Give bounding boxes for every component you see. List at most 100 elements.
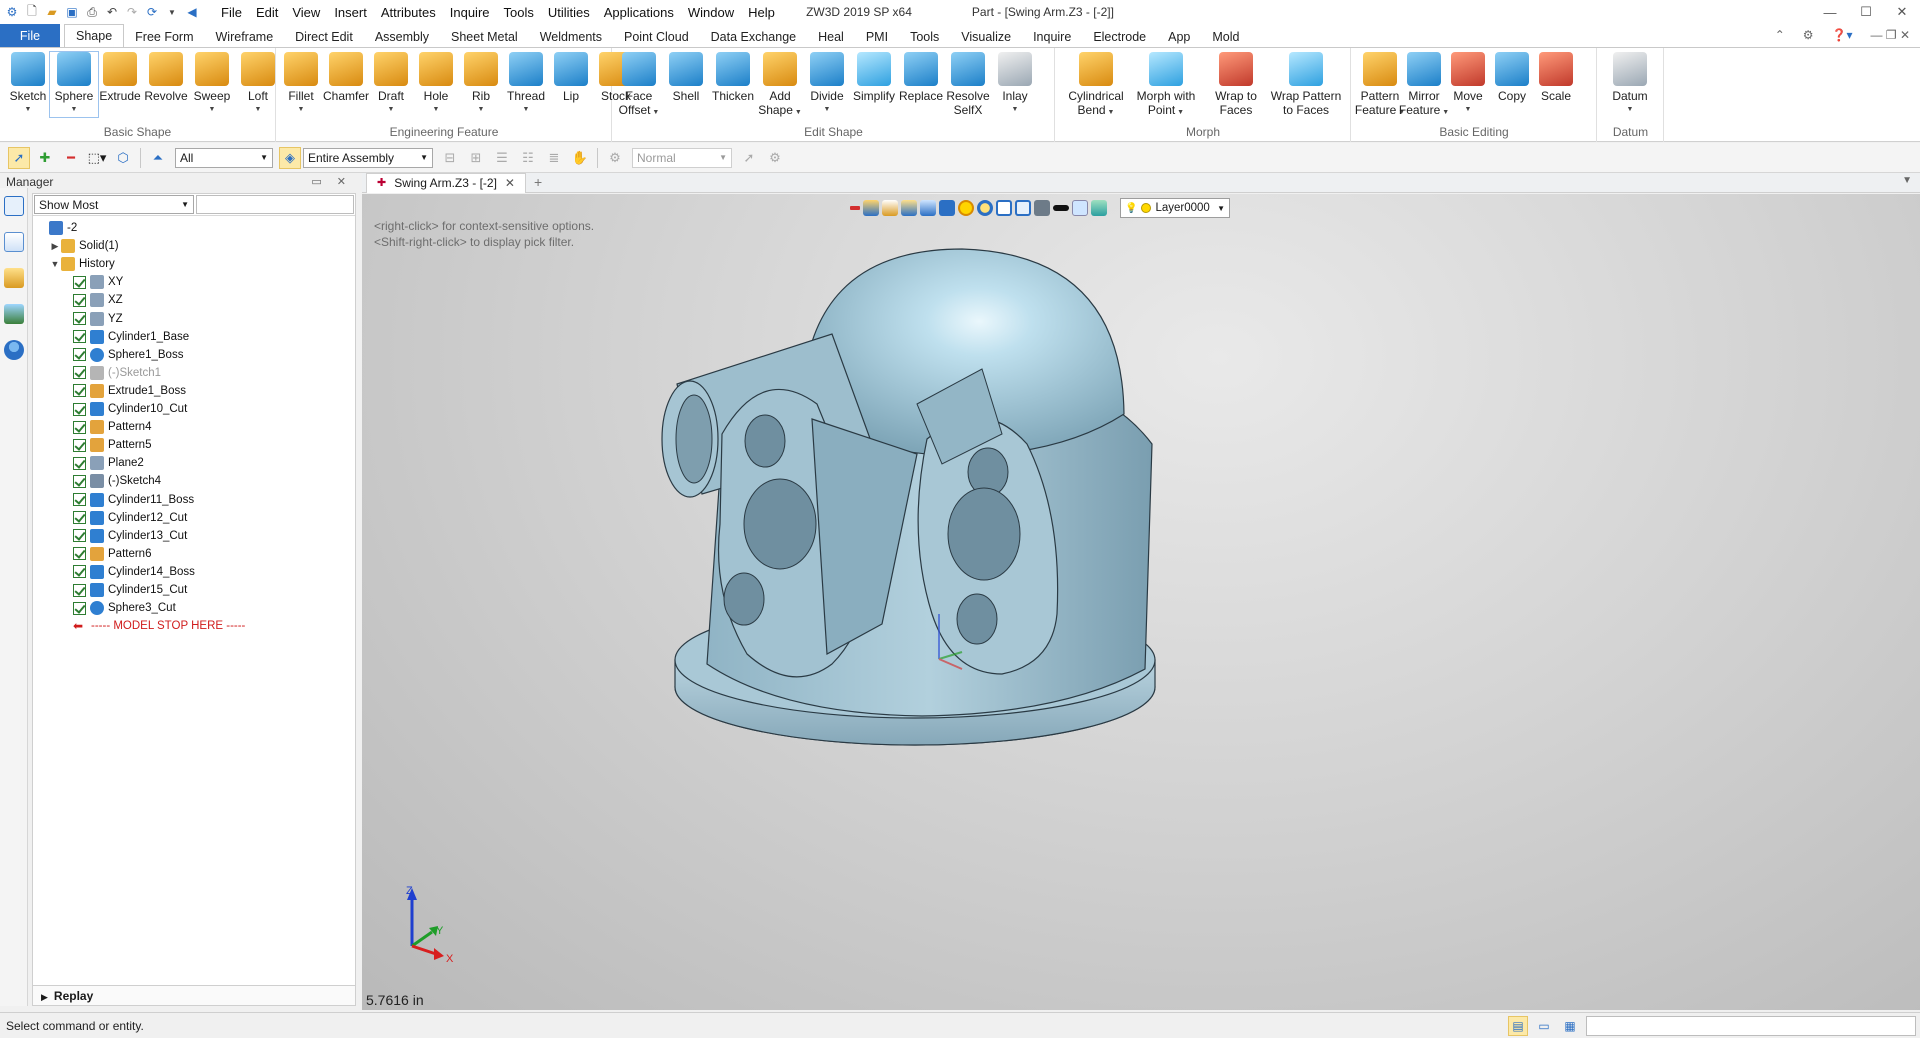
chevron-down-icon[interactable]: ▼ (164, 4, 180, 20)
help-icon[interactable]: ❓▾ (1832, 28, 1853, 42)
monitor-icon[interactable]: ▭ (1534, 1016, 1554, 1036)
visibility-checkbox[interactable] (73, 420, 86, 434)
tree-item[interactable]: Pattern5 (33, 436, 151, 454)
tab-direct-edit[interactable]: Direct Edit (284, 26, 364, 48)
box-select-icon[interactable]: ⬚▾ (86, 147, 108, 169)
datum-button[interactable]: Datum ▼ (1606, 52, 1654, 117)
chevron-down-icon[interactable]: ▼ (248, 103, 268, 117)
add-icon[interactable]: ✚ (34, 147, 56, 169)
menu-tools[interactable]: Tools (497, 3, 541, 22)
tab-mold[interactable]: Mold (1201, 26, 1250, 48)
visibility-checkbox[interactable] (73, 348, 86, 362)
swing-arm-model[interactable] (362, 194, 1920, 1010)
visibility-checkbox[interactable] (73, 529, 86, 543)
assembly-manager-tab[interactable] (0, 224, 28, 260)
tree-item[interactable]: ⬅ ----- MODEL STOP HERE ----- (33, 617, 245, 635)
tree-item[interactable]: Cylinder13_Cut (33, 527, 187, 545)
chevron-down-icon[interactable]: ▼ (1175, 109, 1184, 116)
visibility-checkbox[interactable] (73, 565, 86, 579)
snap-icon[interactable]: ⚙ (604, 147, 626, 169)
layer-toggle-icon[interactable] (1091, 200, 1107, 216)
options-icon[interactable]: ⚙ (764, 147, 786, 169)
hand-icon[interactable]: ✋ (569, 147, 591, 169)
open-file-icon[interactable]: ▰ (44, 4, 60, 20)
visibility-checkbox[interactable] (73, 601, 86, 615)
face-offset-button[interactable]: Face Offset ▼ (615, 52, 663, 120)
chevron-down-icon[interactable]: ▼ (793, 109, 802, 116)
arrow-icon[interactable] (850, 206, 860, 210)
tree-item[interactable]: Cylinder1_Base (33, 328, 189, 346)
morph-with-point-button[interactable]: Morph with Point ▼ (1132, 52, 1200, 120)
sketch-view-icon[interactable] (882, 200, 898, 216)
document-tab[interactable]: ✚ Swing Arm.Z3 - [-2] ✕ (366, 173, 526, 193)
redo-icon[interactable]: ↷ (124, 4, 140, 20)
tree-item[interactable]: Extrude1_Boss (33, 382, 186, 400)
extrude-button[interactable]: Extrude (96, 52, 144, 103)
chevron-down-icon[interactable]: ▼ (10, 103, 47, 117)
tab-heal[interactable]: Heal (807, 26, 855, 48)
show-filter-combo[interactable]: Show Most ▼ (34, 195, 194, 214)
undo-icon[interactable]: ↶ (104, 4, 120, 20)
view-orient-icon[interactable] (863, 200, 879, 216)
tree-item[interactable]: -2 (33, 219, 77, 237)
visibility-checkbox[interactable] (73, 275, 86, 289)
chevron-down-icon[interactable]: ▼ (424, 103, 449, 117)
chevron-down-icon[interactable]: ▼ (288, 103, 313, 117)
visibility-checkbox[interactable] (73, 583, 86, 597)
manager-search-input[interactable] (196, 195, 354, 214)
tab-free-form[interactable]: Free Form (124, 26, 204, 48)
collapse-ribbon-icon[interactable]: ⌃ (1775, 28, 1785, 42)
settings-icon[interactable]: ⚙ (1803, 28, 1814, 42)
save-icon[interactable]: ▣ (64, 4, 80, 20)
rib-button[interactable]: Rib ▼ (457, 52, 505, 117)
chevron-down-icon[interactable]: ▼ (1612, 103, 1647, 117)
maximize-icon[interactable]: ☐ (1848, 0, 1884, 24)
shaded-icon[interactable] (901, 200, 917, 216)
pick-select-icon[interactable]: ➚ (8, 146, 30, 169)
expand-icon[interactable]: ▶ (49, 241, 61, 252)
layers-icon[interactable]: ☷ (517, 147, 539, 169)
menu-help[interactable]: Help (741, 3, 782, 22)
sphere-button[interactable]: Sphere ▼ (49, 51, 99, 118)
resolve-selfx-button[interactable]: Resolve SelfX (944, 52, 992, 117)
divide-button[interactable]: Divide ▼ (803, 52, 851, 117)
color-black-icon[interactable] (1053, 205, 1069, 211)
tree-item[interactable]: Cylinder14_Boss (33, 563, 195, 581)
window-restore-icons[interactable]: — ❐ ✕ (1871, 28, 1910, 42)
cube-view-icon[interactable] (920, 200, 936, 216)
replace-button[interactable]: Replace (897, 52, 945, 103)
menu-utilities[interactable]: Utilities (541, 3, 597, 22)
add-shape-button[interactable]: Add Shape ▼ (756, 52, 804, 120)
fillet-button[interactable]: Fillet ▼ (277, 52, 325, 117)
tab-sheet-metal[interactable]: Sheet Metal (440, 26, 529, 48)
menu-edit[interactable]: Edit (249, 3, 285, 22)
inlay-button[interactable]: Inlay ▼ (991, 52, 1039, 117)
tab-tools[interactable]: Tools (899, 26, 950, 48)
prompt-toggle-icon[interactable]: ▤ (1508, 1016, 1528, 1036)
parts-library-tab[interactable] (0, 260, 28, 296)
panel-controls[interactable]: ▭ ✕ (311, 173, 352, 191)
command-input[interactable] (1586, 1016, 1916, 1036)
align-icon[interactable]: ⊟ (439, 147, 461, 169)
new-file-icon[interactable]: 🗋 (24, 4, 40, 20)
sketch-button[interactable]: Sketch ▼ (4, 52, 52, 117)
visibility-checkbox[interactable] (73, 438, 86, 452)
distribute-icon[interactable]: ⊞ (465, 147, 487, 169)
tree-item[interactable]: Sphere1_Boss (33, 346, 183, 364)
visibility-checkbox[interactable] (73, 456, 86, 470)
sweep-button[interactable]: Sweep ▼ (188, 52, 236, 117)
tree-item[interactable]: Cylinder11_Boss (33, 491, 194, 509)
mirror-feature-button[interactable]: Mirror Feature ▼ (1399, 52, 1449, 120)
move-button[interactable]: Move ▼ (1444, 52, 1492, 117)
menu-window[interactable]: Window (681, 3, 741, 22)
hole-button[interactable]: Hole ▼ (412, 52, 460, 117)
tab-menu-icon[interactable]: ▼ (1902, 175, 1912, 186)
cylindrical-bend-button[interactable]: Cylindrical Bend ▼ (1062, 52, 1130, 120)
chevron-down-icon[interactable]: ▼ (507, 103, 545, 117)
tree-item[interactable]: Sphere3_Cut (33, 599, 176, 617)
shell-button[interactable]: Shell (662, 52, 710, 103)
close-tab-icon[interactable]: ✕ (505, 174, 515, 193)
visibility-checkbox[interactable] (73, 312, 86, 325)
tree-item[interactable]: Cylinder15_Cut (33, 581, 187, 599)
message-icon[interactable]: ▦ (1560, 1016, 1580, 1036)
